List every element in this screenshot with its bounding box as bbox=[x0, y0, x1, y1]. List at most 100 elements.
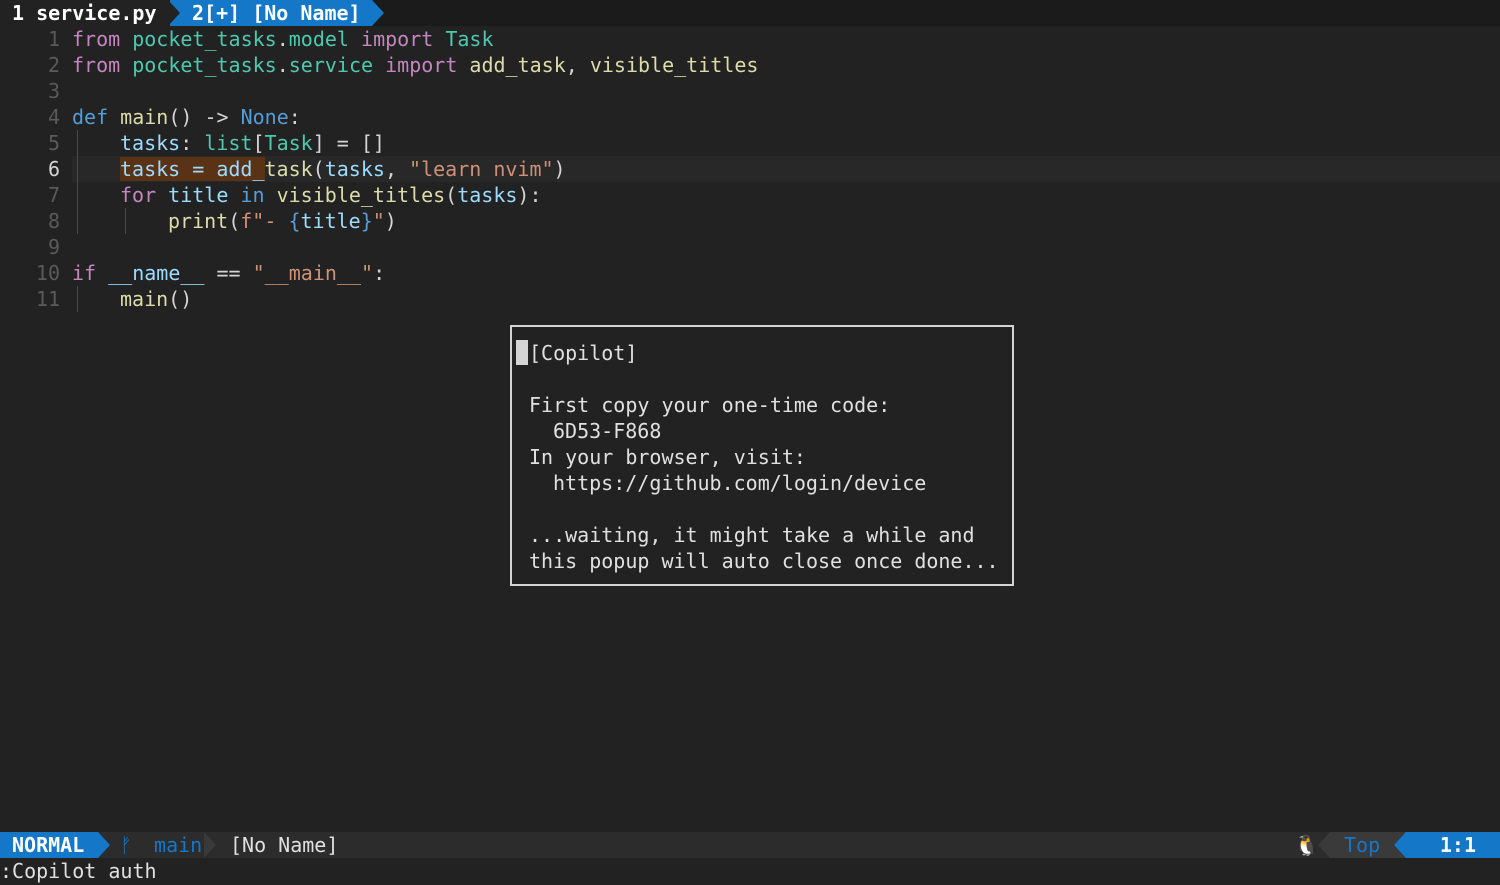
scroll-separator bbox=[1318, 832, 1330, 858]
command-line[interactable]: :Copilot auth bbox=[0, 858, 157, 884]
statusline-filename: [No Name] bbox=[230, 833, 339, 857]
code-line: print(f"- {title}") bbox=[168, 208, 397, 234]
string-literal: " bbox=[372, 209, 385, 233]
keyword: def bbox=[72, 105, 109, 129]
punctuation: [ bbox=[252, 131, 265, 155]
dot: . bbox=[276, 27, 289, 51]
code-line: for title in visible_titles(tasks): bbox=[120, 182, 542, 208]
device-login-url[interactable]: https://github.com/login/device bbox=[553, 470, 926, 496]
line-number: 4 bbox=[47, 105, 60, 129]
punctuation: () bbox=[168, 287, 193, 311]
tabline: 1 service.py 2[+] [No Name] bbox=[0, 0, 1500, 26]
linux-tux-icon: 🐧 bbox=[1294, 833, 1319, 857]
popup-waiting-text: this popup will auto close once done... bbox=[529, 549, 999, 573]
popup-waiting-text: ...waiting, it might take a while and bbox=[529, 523, 975, 547]
popup-instruction: First copy your one-time code: bbox=[529, 393, 891, 417]
tab-separator-end bbox=[372, 0, 384, 26]
line-number: 1 bbox=[47, 27, 60, 51]
variable: tasks bbox=[457, 183, 518, 207]
code-line: tasks: list[Task] = [] bbox=[120, 130, 385, 156]
brace: { bbox=[288, 209, 301, 233]
indent-guide bbox=[125, 208, 126, 234]
line-number: 11 bbox=[35, 287, 60, 311]
line-number: 7 bbox=[47, 183, 60, 207]
popup-instruction: In your browser, visit: bbox=[529, 445, 806, 469]
mode-separator bbox=[98, 832, 110, 858]
line-number: 5 bbox=[47, 131, 60, 155]
keyword: if bbox=[72, 261, 97, 285]
module-name: model bbox=[288, 27, 349, 51]
punctuation: , bbox=[384, 157, 410, 181]
line-number: 10 bbox=[35, 261, 60, 285]
punctuation: : bbox=[288, 105, 301, 129]
line-number: 3 bbox=[47, 79, 60, 103]
keyword: import bbox=[385, 53, 458, 77]
code-line-current: tasks = add_task(tasks, "learn nvim") bbox=[120, 156, 566, 182]
variable: title bbox=[168, 183, 229, 207]
module-name: service bbox=[288, 53, 374, 77]
keyword: for bbox=[120, 183, 157, 207]
dot: . bbox=[276, 53, 289, 77]
punctuation: ( bbox=[312, 157, 325, 181]
cursor-position: 1:1 bbox=[1406, 832, 1500, 858]
string-literal: "__main__" bbox=[252, 261, 374, 285]
punctuation: ) bbox=[384, 209, 397, 233]
module-name: pocket_tasks bbox=[132, 53, 277, 77]
branch-name: main bbox=[154, 833, 203, 857]
search-highlight: tasks = add_ bbox=[120, 157, 265, 181]
string-literal: "learn nvim" bbox=[409, 157, 554, 181]
git-branch-icon: ᚠ bbox=[120, 833, 132, 857]
function-name: main bbox=[120, 105, 169, 129]
function-name: visible_titles bbox=[276, 183, 446, 207]
keyword: from bbox=[72, 27, 121, 51]
mode-indicator: NORMAL bbox=[0, 832, 98, 858]
function-name: print bbox=[168, 209, 229, 233]
line-number: 2 bbox=[47, 53, 60, 77]
position-separator bbox=[1394, 832, 1406, 858]
indent-guide bbox=[77, 130, 78, 234]
punctuation: == bbox=[204, 261, 253, 285]
text-cursor bbox=[516, 340, 528, 365]
punctuation: : bbox=[180, 131, 205, 155]
function-name: task bbox=[264, 157, 313, 181]
punctuation: ): bbox=[517, 183, 542, 207]
statusline: NORMAL ᚠ main [No Name] 🐧 Top 1:1 bbox=[0, 832, 1500, 858]
line-number: 9 bbox=[47, 235, 60, 259]
line-number-current: 6 bbox=[47, 157, 60, 181]
indent-guide bbox=[77, 286, 78, 312]
function-name: add_task bbox=[469, 53, 566, 77]
branch-separator bbox=[204, 832, 216, 858]
string-literal: f"- bbox=[240, 209, 289, 233]
keyword: import bbox=[361, 27, 434, 51]
tab-service-py[interactable]: 1 service.py bbox=[0, 0, 169, 26]
punctuation: , bbox=[565, 53, 590, 77]
code-line: def main() -> None: bbox=[72, 104, 301, 130]
popup-title: [Copilot] bbox=[529, 341, 638, 365]
line-number: 8 bbox=[47, 209, 60, 233]
constant: None bbox=[240, 105, 289, 129]
code-line: main() bbox=[120, 286, 192, 312]
punctuation: ( bbox=[228, 209, 241, 233]
type-name: list bbox=[204, 131, 253, 155]
copilot-auth-popup[interactable]: [Copilot] First copy your one-time code:… bbox=[510, 325, 1014, 586]
variable: title bbox=[300, 209, 361, 233]
tab-separator bbox=[168, 0, 180, 26]
code-line: if __name__ == "__main__": bbox=[72, 260, 385, 286]
one-time-code[interactable]: 6D53-F868 bbox=[553, 418, 661, 444]
function-name: main bbox=[120, 287, 169, 311]
tab-no-name[interactable]: 2[+] [No Name] bbox=[170, 0, 372, 26]
keyword: from bbox=[72, 53, 121, 77]
git-branch: ᚠ main bbox=[110, 832, 214, 858]
variable: tasks bbox=[324, 157, 385, 181]
brace: } bbox=[360, 209, 373, 233]
keyword: in bbox=[240, 183, 265, 207]
function-name: visible_titles bbox=[589, 53, 759, 77]
